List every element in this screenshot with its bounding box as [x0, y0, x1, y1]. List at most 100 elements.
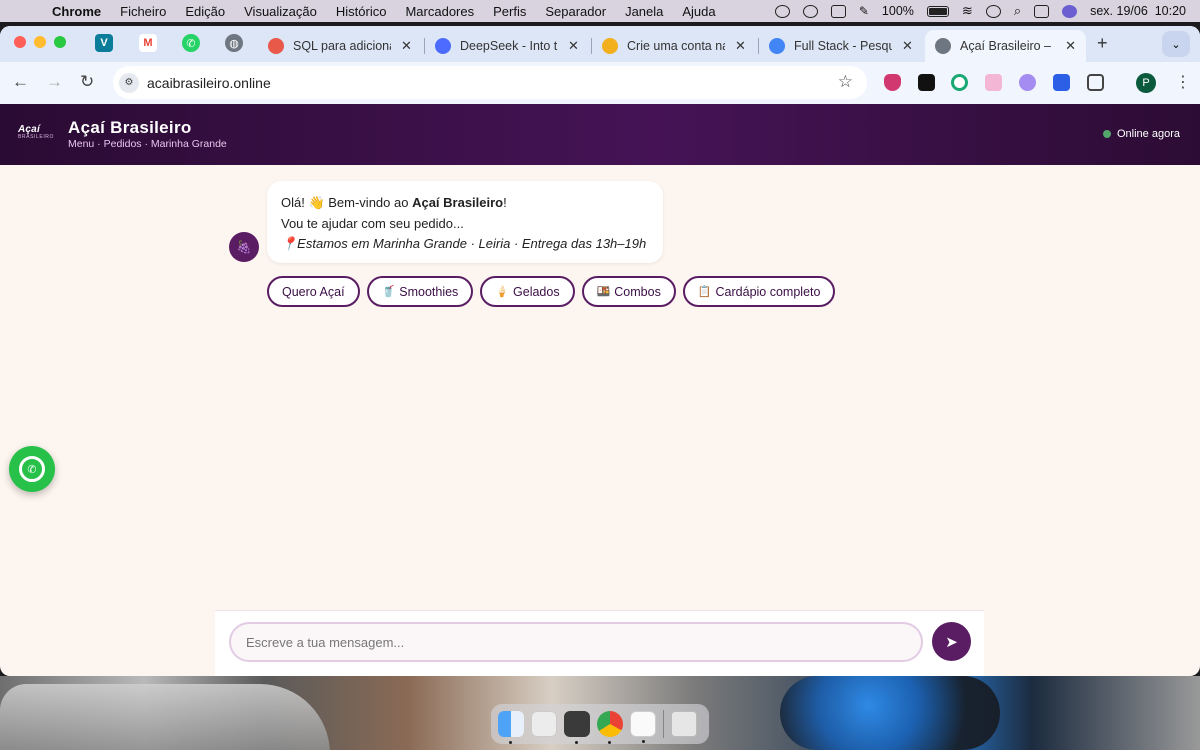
apple-icon[interactable] — [20, 4, 34, 18]
menu-ficheiro[interactable]: Ficheiro — [120, 4, 166, 19]
wifi-icon[interactable]: ≋ — [962, 3, 973, 19]
clipboard-icon: 📋 — [697, 286, 712, 298]
browser-menu-icon[interactable]: ⋮ — [1175, 72, 1191, 92]
site-logo[interactable]: Açaí BRASILEIRO — [18, 124, 56, 142]
pen-off-icon[interactable]: ✎ — [859, 4, 869, 18]
textedit-icon[interactable] — [630, 711, 656, 743]
send-button[interactable]: ➤ — [932, 622, 971, 661]
tab-search-button[interactable]: ⌄ — [1162, 31, 1190, 57]
greeting-prefix: Olá! 👋 Bem-vindo ao — [281, 195, 413, 210]
send-icon: ➤ — [945, 633, 958, 651]
chrome-icon[interactable] — [597, 711, 623, 744]
quick-reply-quero-acai[interactable]: Quero Açaí — [267, 276, 360, 307]
close-tab-icon[interactable]: ✕ — [735, 38, 746, 54]
tab-crie-conta[interactable]: Crie uma conta na ✕ — [592, 30, 757, 62]
menu-marcadores[interactable]: Marcadores — [405, 4, 474, 19]
whatsapp-float-button[interactable]: ✆ — [9, 446, 55, 492]
quick-reply-gelados[interactable]: 🍦 Gelados — [480, 276, 575, 307]
chat-area: 🍇 Olá! 👋 Bem-vindo ao Açaí Brasileiro! V… — [0, 165, 1200, 613]
memory-icon[interactable] — [830, 4, 846, 18]
siri-icon[interactable] — [1062, 4, 1078, 18]
quick-reply-combos[interactable]: 🍱 Combos — [581, 276, 676, 307]
extension-play-icon[interactable] — [918, 74, 935, 91]
wallpaper-motorcycle — [780, 676, 1000, 750]
back-button[interactable]: ← — [12, 72, 29, 92]
extension-pink-icon[interactable] — [985, 74, 1002, 91]
quick-reply-label: Smoothies — [399, 284, 459, 299]
message-composer: ➤ — [215, 610, 984, 676]
menu-separador[interactable]: Separador — [545, 4, 606, 19]
running-indicator — [575, 741, 578, 744]
tab-deepseek[interactable]: DeepSeek - Into th ✕ — [425, 30, 590, 62]
location-line: 📍Estamos em Marinha Grande · Leiria · En… — [281, 236, 647, 251]
deepseek-favicon-icon — [435, 38, 451, 54]
new-tab-button[interactable]: + — [1097, 33, 1108, 54]
running-indicator — [608, 741, 611, 744]
site-settings-icon[interactable]: ⚙ — [119, 72, 139, 93]
bookmark-star-icon[interactable]: ☆ — [838, 72, 853, 92]
user-icon[interactable] — [985, 4, 1001, 18]
menu-visualizacao[interactable]: Visualização — [244, 4, 317, 19]
url-text[interactable]: acaibrasileiro.online — [147, 75, 271, 91]
status-menu-icon[interactable] — [774, 4, 790, 18]
close-tab-icon[interactable]: ✕ — [401, 38, 412, 54]
online-dot-icon — [1103, 130, 1111, 138]
pinned-tab-globe[interactable]: ◍ — [225, 34, 243, 52]
extension-shield-icon[interactable] — [884, 74, 901, 91]
quick-reply-smoothies[interactable]: 🥤 Smoothies — [366, 276, 474, 307]
browser-toolbar: ← → ↻ ⚙ acaibrasileiro.online ☆ P ⋮ — [0, 62, 1200, 104]
message-input[interactable] — [229, 622, 923, 662]
tab-full-stack[interactable]: Full Stack - Pesqui ✕ — [759, 30, 924, 62]
browser-window: V M ✆ ◍ SQL para adicionar ✕ DeepSeek - … — [0, 26, 1200, 676]
spotlight-icon[interactable]: ⌕ — [1014, 3, 1021, 19]
reload-button[interactable]: ↻ — [80, 72, 94, 92]
running-indicator — [509, 741, 512, 744]
whatsapp-icon: ✆ — [19, 456, 45, 482]
tab-strip: V M ✆ ◍ SQL para adicionar ✕ DeepSeek - … — [0, 26, 1200, 62]
close-window-button[interactable] — [14, 36, 26, 48]
calculator-icon[interactable] — [564, 711, 590, 744]
address-bar[interactable]: ⚙ acaibrasileiro.online ☆ — [113, 66, 867, 99]
pinned-tab-gmail[interactable]: M — [139, 34, 157, 52]
logo-subtext: BRASILEIRO — [18, 134, 55, 140]
forward-button[interactable]: → — [46, 72, 63, 92]
menu-app-name[interactable]: Chrome — [52, 4, 101, 19]
minimize-window-button[interactable] — [34, 36, 46, 48]
menu-edicao[interactable]: Edição — [185, 4, 225, 19]
menu-ajuda[interactable]: Ajuda — [682, 4, 715, 19]
close-tab-icon[interactable]: ✕ — [1065, 38, 1076, 54]
quick-replies: Quero Açaí 🥤 Smoothies 🍦 Gelados 🍱 Combos 📋… — [267, 276, 836, 307]
menu-historico[interactable]: Histórico — [336, 4, 387, 19]
tab-acai-brasileiro[interactable]: Açaí Brasileiro – Fa ✕ — [925, 30, 1086, 62]
extension-purple-icon[interactable] — [1019, 74, 1036, 91]
tab-sql[interactable]: SQL para adicionar ✕ — [258, 30, 423, 62]
tab-title: Açaí Brasileiro – Fa — [960, 39, 1055, 53]
crie-conta-favicon-icon — [602, 38, 618, 54]
tab-title: Full Stack - Pesqui — [794, 39, 892, 53]
extension-cursor-icon[interactable] — [1053, 74, 1070, 91]
google-favicon-icon — [769, 38, 785, 54]
extensions-puzzle-icon[interactable] — [1087, 74, 1104, 91]
battery-icon[interactable] — [926, 5, 949, 17]
menu-janela[interactable]: Janela — [625, 4, 663, 19]
tab-title: DeepSeek - Into th — [460, 39, 558, 53]
wallpaper-car — [0, 684, 330, 750]
trash-icon[interactable] — [671, 711, 697, 737]
quick-reply-cardapio[interactable]: 📋 Cardápio completo — [682, 276, 836, 307]
launchpad-icon[interactable] — [531, 711, 557, 737]
greeting-brand: Açaí Brasileiro — [412, 195, 504, 210]
control-center-icon[interactable] — [1034, 4, 1050, 18]
extension-circle-icon[interactable] — [951, 74, 968, 91]
finder-icon[interactable] — [498, 711, 524, 744]
greeting-line: Olá! 👋 Bem-vindo ao Açaí Brasileiro! — [281, 193, 649, 214]
menu-perfis[interactable]: Perfis — [493, 4, 526, 19]
info-icon[interactable] — [802, 4, 818, 18]
pinned-tab-v[interactable]: V — [95, 34, 113, 52]
pinned-tab-whatsapp[interactable]: ✆ — [182, 34, 200, 52]
tab-title: SQL para adicionar — [293, 39, 391, 53]
close-tab-icon[interactable]: ✕ — [568, 38, 579, 54]
help-line: Vou te ajudar com seu pedido... — [281, 215, 464, 231]
close-tab-icon[interactable]: ✕ — [902, 38, 913, 54]
zoom-window-button[interactable] — [54, 36, 66, 48]
profile-avatar[interactable]: P — [1136, 73, 1156, 93]
